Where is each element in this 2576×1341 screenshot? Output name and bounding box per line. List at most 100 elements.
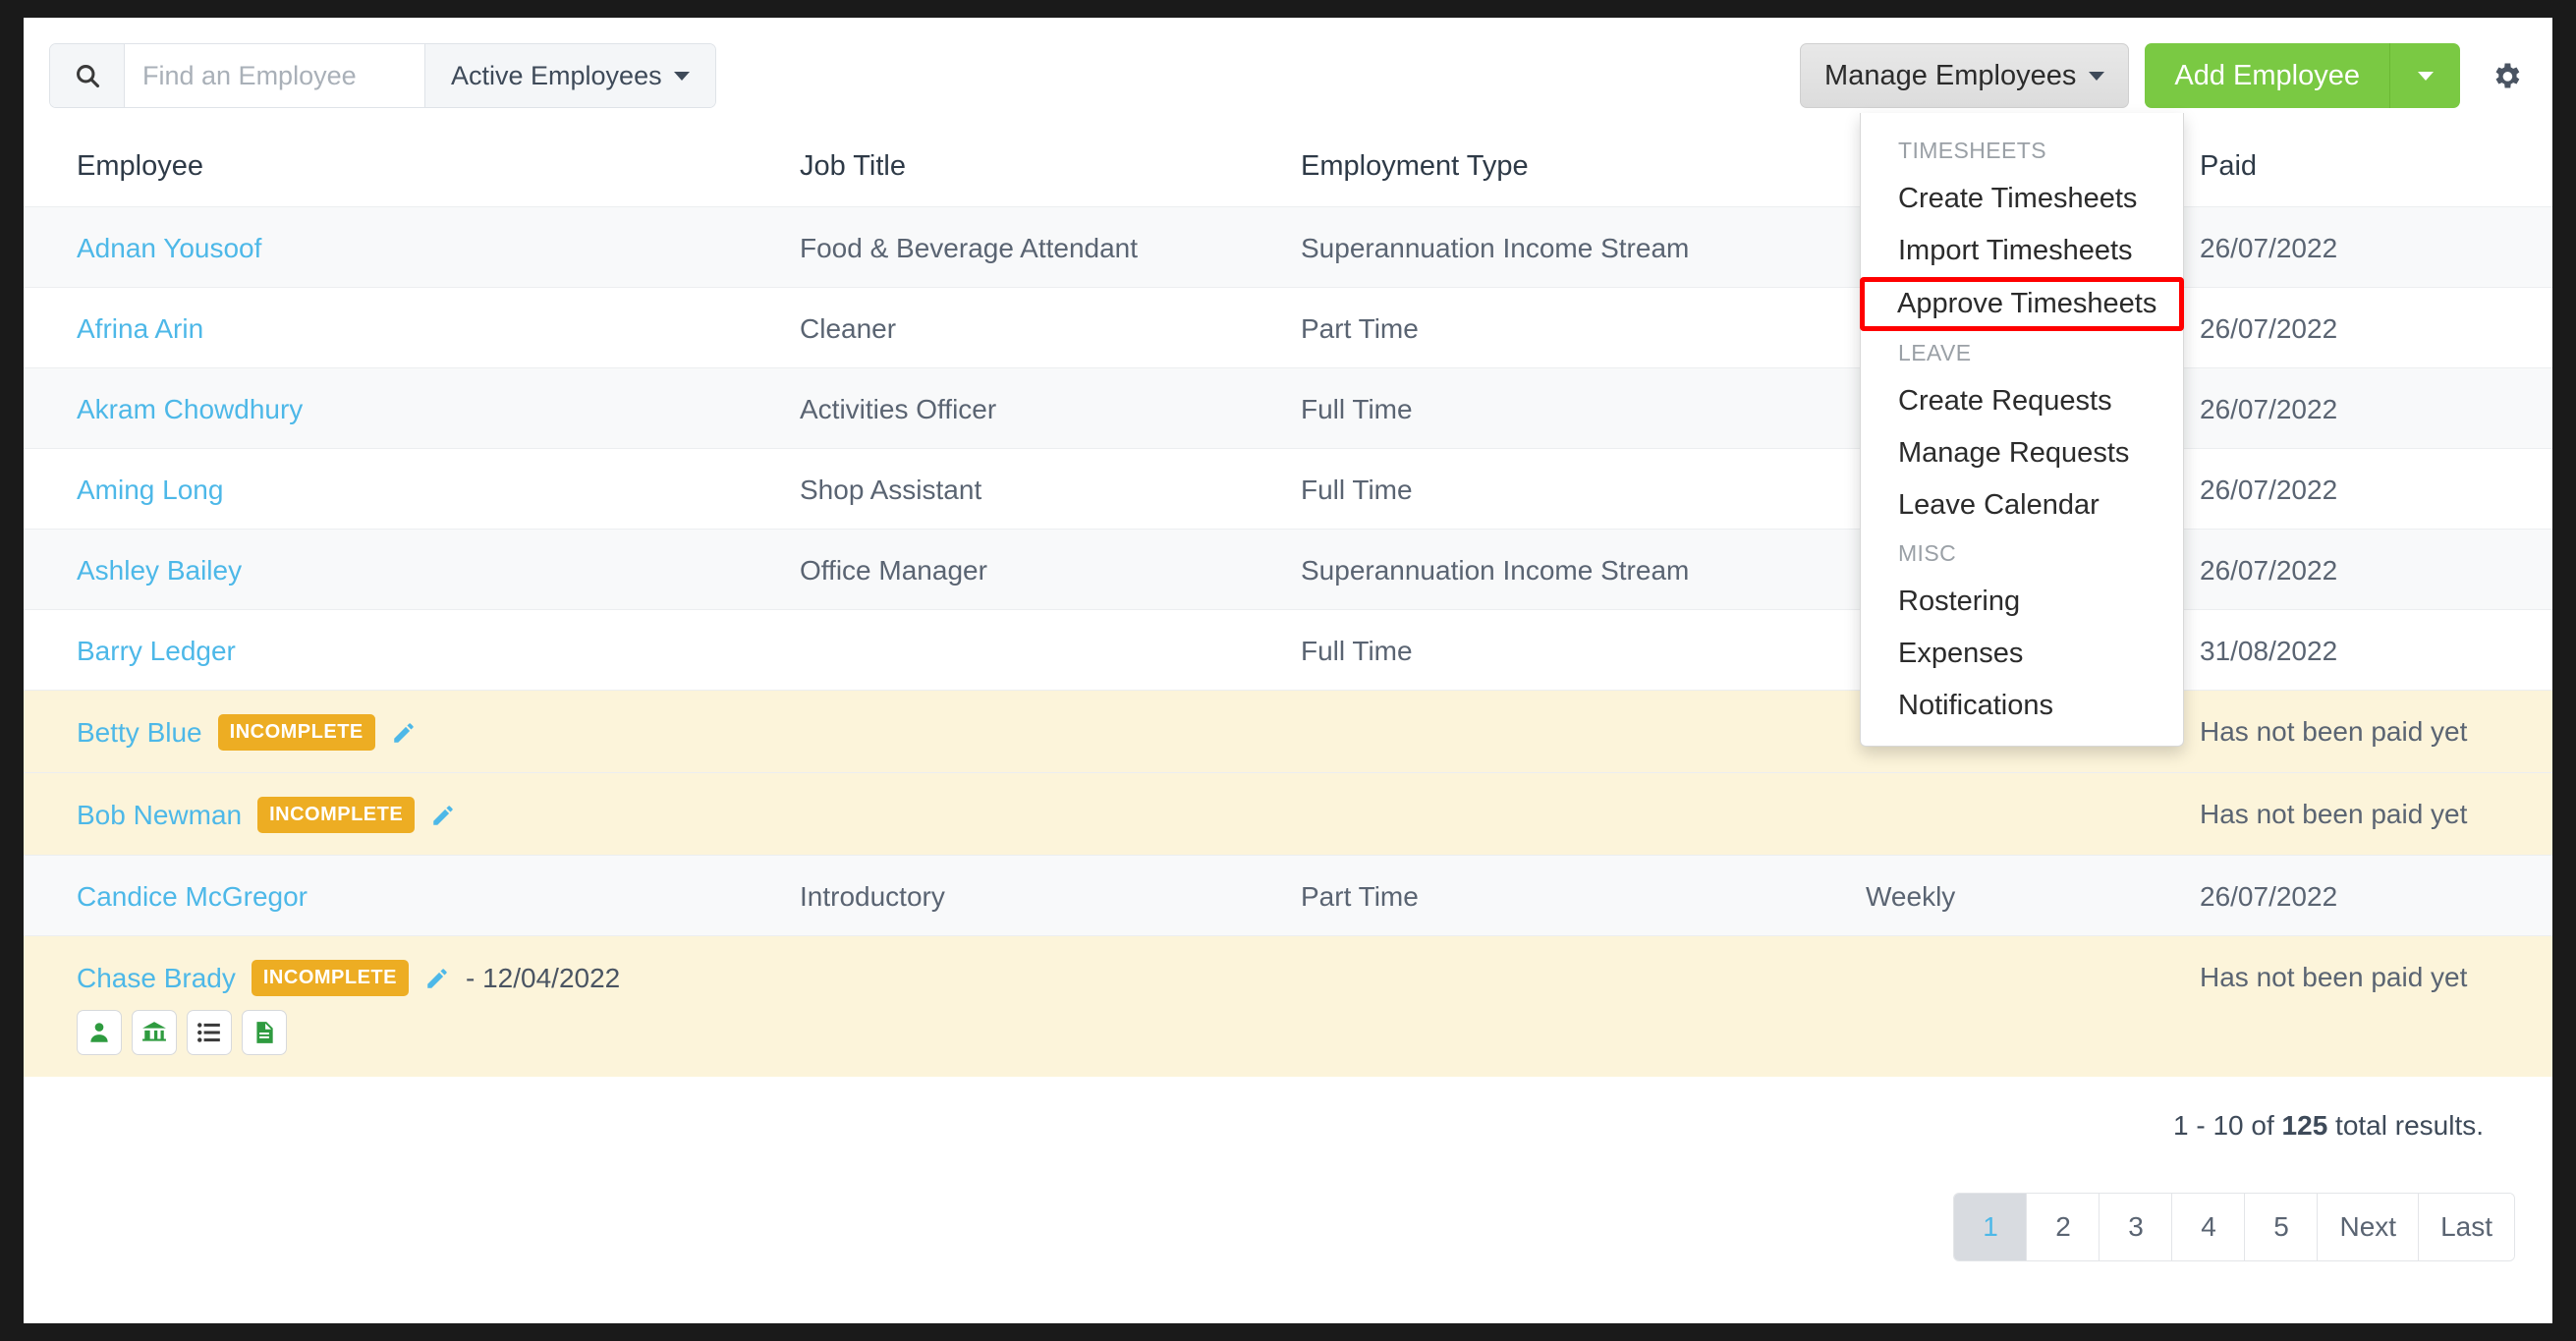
status-badge: INCOMPLETE	[251, 960, 409, 996]
employee-name-line: Adnan Yousoof	[77, 231, 800, 265]
employee-name-line: Akram Chowdhury	[77, 392, 800, 426]
cell-pay-frequency: Weekly	[1866, 881, 1956, 912]
cell-employment-type: Superannuation Income Stream	[1301, 233, 1690, 263]
page-button-1[interactable]: 1	[1954, 1194, 2028, 1260]
search-icon[interactable]	[50, 44, 125, 107]
cell-employee: Barry Ledger	[24, 634, 800, 668]
employee-link[interactable]: Aming Long	[77, 473, 223, 507]
cell-paid: 26/07/2022	[2200, 233, 2338, 263]
employee-link[interactable]: Chase Brady	[77, 961, 236, 995]
employee-name-line: Ashley Bailey	[77, 553, 800, 587]
menu-item-leave-calendar[interactable]: Leave Calendar	[1861, 479, 2183, 531]
cell-job-title: Activities Officer	[800, 394, 997, 424]
cell-employee: Betty Blue INCOMPLETE	[24, 714, 800, 751]
cell-employee: Akram Chowdhury	[24, 392, 800, 426]
menu-item-create-requests[interactable]: Create Requests	[1861, 375, 2183, 427]
cell-paid: Has not been paid yet	[2200, 799, 2468, 829]
search-input[interactable]	[125, 44, 424, 107]
page-toolbar: Active Employees Manage Employees Add Em…	[24, 18, 2552, 126]
cell-paid: 26/07/2022	[2200, 555, 2338, 586]
table-row: Bob Newman INCOMPLETE Has not been paid ye…	[24, 772, 2552, 855]
employee-link[interactable]: Ashley Bailey	[77, 553, 242, 587]
employee-link[interactable]: Afrina Arin	[77, 311, 203, 346]
page-button-next[interactable]: Next	[2318, 1194, 2420, 1260]
cell-employee: Ashley Bailey	[24, 553, 800, 587]
person-icon	[86, 1020, 112, 1045]
status-badge: INCOMPLETE	[257, 797, 416, 833]
edit-pencil-button[interactable]	[391, 720, 417, 746]
cell-employment-type: Superannuation Income Stream	[1301, 555, 1690, 586]
settings-gear-button[interactable]	[2484, 53, 2529, 98]
employee-link[interactable]: Candice McGregor	[77, 879, 308, 914]
edit-pencil-icon	[433, 805, 453, 825]
menu-item-manage-requests[interactable]: Manage Requests	[1861, 427, 2183, 479]
page-button-2[interactable]: 2	[2027, 1194, 2100, 1260]
list-icon-button[interactable]	[187, 1010, 232, 1055]
menu-item-import-timesheets[interactable]: Import Timesheets	[1861, 225, 2183, 277]
menu-item-expenses[interactable]: Expenses	[1861, 628, 2183, 680]
manage-employees-button[interactable]: Manage Employees	[1800, 43, 2130, 108]
page-button-3[interactable]: 3	[2100, 1194, 2173, 1260]
cell-employee: Chase Brady INCOMPLETE - 12/04/2022	[24, 960, 800, 1055]
employee-name-line: Candice McGregor	[77, 879, 800, 914]
employee-link[interactable]: Bob Newman	[77, 798, 242, 832]
chevron-down-icon	[673, 71, 690, 81]
column-header-paid: Paid	[2200, 149, 2258, 182]
add-employee-dropdown-toggle[interactable]	[2389, 43, 2460, 108]
column-header-employment-type: Employment Type	[1301, 149, 1529, 182]
employee-link[interactable]: Betty Blue	[77, 715, 202, 750]
chevron-down-icon	[2089, 71, 2105, 81]
employee-link[interactable]: Barry Ledger	[77, 634, 236, 668]
add-employee-button[interactable]: Add Employee	[2145, 43, 2389, 108]
cell-job-title: Office Manager	[800, 555, 987, 586]
bank-icon	[141, 1020, 167, 1045]
menu-group-header: TIMESHEETS	[1898, 138, 2046, 163]
menu-item-rostering[interactable]: Rostering	[1861, 576, 2183, 628]
column-header-job-title: Job Title	[800, 149, 906, 182]
page-button-5[interactable]: 5	[2245, 1194, 2319, 1260]
cell-paid: 26/07/2022	[2200, 881, 2338, 912]
cell-job-title: Cleaner	[800, 313, 897, 344]
employee-list-page: Active Employees Manage Employees Add Em…	[24, 18, 2552, 1323]
edit-pencil-icon	[394, 722, 414, 743]
cell-paid: 26/07/2022	[2200, 313, 2338, 344]
edit-pencil-button[interactable]	[424, 966, 450, 991]
employee-link[interactable]: Adnan Yousoof	[77, 231, 261, 265]
results-count: 125	[2281, 1110, 2328, 1141]
cell-employee: Candice McGregor	[24, 879, 800, 914]
cell-paid: 26/07/2022	[2200, 394, 2338, 424]
list-icon	[196, 1020, 222, 1045]
employee-status-filter[interactable]: Active Employees	[424, 44, 715, 107]
toolbar-actions: Manage Employees Add Employee	[1800, 43, 2529, 108]
cell-employee: Afrina Arin	[24, 311, 800, 346]
cell-employment-type: Part Time	[1301, 881, 1419, 912]
bank-icon-button[interactable]	[132, 1010, 177, 1055]
menu-item-notifications[interactable]: Notifications	[1861, 680, 2183, 732]
cell-employee: Adnan Yousoof	[24, 231, 800, 265]
employee-date-suffix: - 12/04/2022	[466, 963, 621, 993]
table-row: Candice McGregor Introductory Part Time Wee…	[24, 855, 2552, 935]
page-button-4[interactable]: 4	[2172, 1194, 2246, 1260]
manage-employees-menu: TIMESHEETS Create Timesheets Import Timesh…	[1860, 113, 2184, 747]
employee-link[interactable]: Akram Chowdhury	[77, 392, 303, 426]
employee-name-line: Afrina Arin	[77, 311, 800, 346]
edit-pencil-button[interactable]	[430, 803, 456, 828]
menu-group-header: MISC	[1898, 540, 1957, 566]
employee-status-filter-label: Active Employees	[451, 60, 662, 90]
results-suffix: total results.	[2327, 1110, 2484, 1141]
cell-employment-type: Full Time	[1301, 475, 1413, 505]
menu-item-create-timesheets[interactable]: Create Timesheets	[1861, 173, 2183, 225]
menu-item-approve-timesheets[interactable]: Approve Timesheets	[1860, 277, 2184, 331]
column-header-employee: Employee	[77, 149, 203, 182]
cell-employment-type: Full Time	[1301, 636, 1413, 666]
manage-employees-label: Manage Employees	[1824, 59, 2077, 91]
menu-group-header: LEAVE	[1898, 340, 1972, 365]
document-icon-button[interactable]	[242, 1010, 287, 1055]
employee-name-line: Betty Blue INCOMPLETE	[77, 714, 800, 751]
document-icon	[252, 1020, 277, 1045]
results-summary: 1 - 10 of 125 total results.	[24, 1077, 2552, 1142]
person-icon-button[interactable]	[77, 1010, 122, 1055]
page-button-last[interactable]: Last	[2419, 1194, 2514, 1260]
cell-paid: Has not been paid yet	[2200, 716, 2468, 747]
employee-name-line: Barry Ledger	[77, 634, 800, 668]
